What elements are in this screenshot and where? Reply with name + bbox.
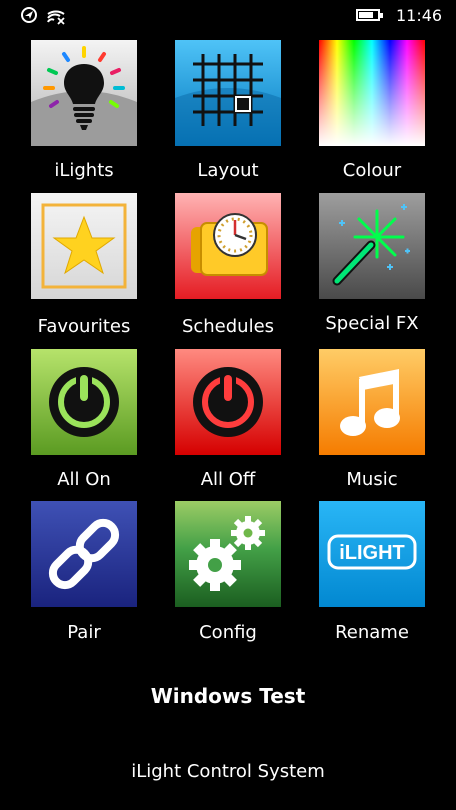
tile-all-off-label: All Off bbox=[200, 469, 256, 490]
tile-favourites-label: Favourites bbox=[37, 316, 131, 337]
tile-config-label: Config bbox=[199, 622, 257, 643]
tile-layout-label: Layout bbox=[197, 160, 259, 181]
grid-layout-icon bbox=[175, 40, 281, 146]
battery-icon bbox=[356, 9, 383, 21]
device-name: Windows Test bbox=[150, 684, 306, 708]
tile-special-fx[interactable] bbox=[319, 193, 425, 299]
tile-colour[interactable] bbox=[319, 40, 425, 146]
gears-icon bbox=[175, 501, 281, 607]
tile-ilights-label: iLights bbox=[54, 160, 114, 181]
tile-all-on[interactable] bbox=[31, 349, 137, 455]
tile-all-off[interactable] bbox=[175, 349, 281, 455]
tile-ilights[interactable] bbox=[31, 40, 137, 146]
music-note-icon bbox=[319, 349, 425, 455]
ilight-logo: iLIGHT bbox=[319, 501, 425, 607]
tile-schedules[interactable] bbox=[175, 193, 281, 299]
location-icon bbox=[21, 7, 37, 23]
tile-colour-label: Colour bbox=[342, 160, 402, 181]
clock-time: 11:46 bbox=[396, 6, 443, 25]
tile-pair-label: Pair bbox=[67, 622, 101, 643]
lightbulb-icon bbox=[31, 40, 137, 146]
power-off-icon bbox=[175, 349, 281, 455]
tile-rename[interactable]: iLIGHT bbox=[319, 501, 425, 607]
footer-text: iLight Control System bbox=[131, 761, 325, 782]
tile-rename-label: Rename bbox=[335, 622, 409, 643]
status-bar: 11:46 bbox=[0, 0, 456, 32]
wifi-icon bbox=[47, 10, 65, 25]
tile-special-fx-label: Special FX bbox=[325, 313, 419, 334]
power-on-icon bbox=[31, 349, 137, 455]
tile-layout[interactable] bbox=[175, 40, 281, 146]
ilight-logo-text: iLIGHT bbox=[339, 542, 405, 564]
tile-all-on-label: All On bbox=[57, 469, 111, 490]
link-icon bbox=[31, 501, 137, 607]
tile-favourites[interactable] bbox=[31, 193, 137, 299]
tile-schedules-label: Schedules bbox=[181, 316, 275, 337]
tile-config[interactable] bbox=[175, 501, 281, 607]
tile-music-label: Music bbox=[346, 469, 398, 490]
tile-pair[interactable] bbox=[31, 501, 137, 607]
star-icon bbox=[31, 193, 137, 299]
tile-music[interactable] bbox=[319, 349, 425, 455]
magic-wand-icon bbox=[319, 193, 425, 299]
clock-icon bbox=[175, 193, 281, 299]
colour-spectrum-icon bbox=[319, 40, 425, 146]
